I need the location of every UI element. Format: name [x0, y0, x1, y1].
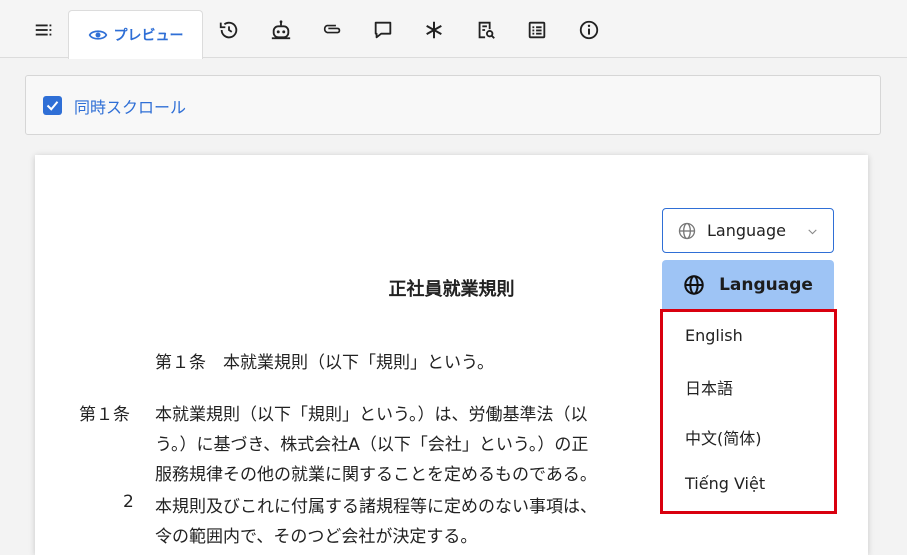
document-line: う。）に基づき、株式会社A（以下「会社」という。）の正: [155, 435, 589, 455]
assistant-button[interactable]: [265, 14, 297, 46]
language-option-chinese[interactable]: 中文(简体): [685, 425, 762, 449]
list-icon: [528, 21, 546, 39]
history-button[interactable]: [213, 14, 245, 46]
eye-icon: [88, 30, 107, 40]
language-option-english[interactable]: English: [685, 326, 743, 345]
sync-scroll-label[interactable]: 同時スクロール: [74, 94, 186, 118]
robot-icon: [271, 20, 291, 40]
globe-icon: [678, 222, 696, 239]
check-icon: [46, 101, 59, 111]
tab-preview[interactable]: プレビュー: [68, 10, 203, 59]
globe-icon: [684, 274, 704, 295]
language-option-japanese[interactable]: 日本語: [685, 375, 733, 399]
article-number: 第１条: [79, 405, 130, 425]
asterisk-icon: [426, 21, 442, 39]
attachment-icon: [323, 24, 341, 34]
tab-preview-label: プレビュー: [113, 28, 184, 44]
sync-scroll-checkbox[interactable]: [43, 96, 62, 115]
info-icon: [579, 20, 599, 40]
paragraph-number: 2: [123, 492, 134, 512]
chevron-down-icon: [808, 229, 817, 235]
language-select[interactable]: Language: [662, 208, 834, 253]
list-button[interactable]: [521, 14, 553, 46]
comment-button[interactable]: [367, 14, 399, 46]
comment-icon: [374, 21, 392, 39]
document-line: 本規則及びこれに付属する諸規程等に定めのない事項は、: [155, 497, 597, 517]
history-icon: [219, 21, 238, 39]
sync-scroll-bar: 同時スクロール: [25, 75, 881, 135]
document-line: 令の範囲内で、そのつど会社が決定する。: [155, 527, 478, 547]
attachment-button[interactable]: [317, 14, 349, 46]
document-line: 第１条 本就業規則（以下「規則」という。: [155, 353, 494, 373]
language-menu-header-label: Language: [719, 274, 813, 295]
search-document-button[interactable]: [470, 14, 502, 46]
language-menu: English 日本語 中文(简体) Tiếng Việt: [660, 309, 837, 514]
info-button[interactable]: [573, 14, 605, 46]
language-select-label: Language: [707, 221, 786, 240]
search-document-icon: [478, 21, 495, 39]
menu-icon: [35, 24, 52, 36]
document-line: 服務規律その他の就業に関することを定めるものである。: [155, 465, 597, 485]
language-option-vietnamese[interactable]: Tiếng Việt: [685, 474, 765, 493]
document-line: 本就業規則（以下「規則」という。）は、労働基準法（以: [155, 405, 588, 425]
menu-button[interactable]: [28, 14, 60, 46]
language-menu-header: Language: [662, 260, 834, 309]
toolbar: プレビュー: [0, 0, 907, 59]
asterisk-button[interactable]: [418, 14, 450, 46]
